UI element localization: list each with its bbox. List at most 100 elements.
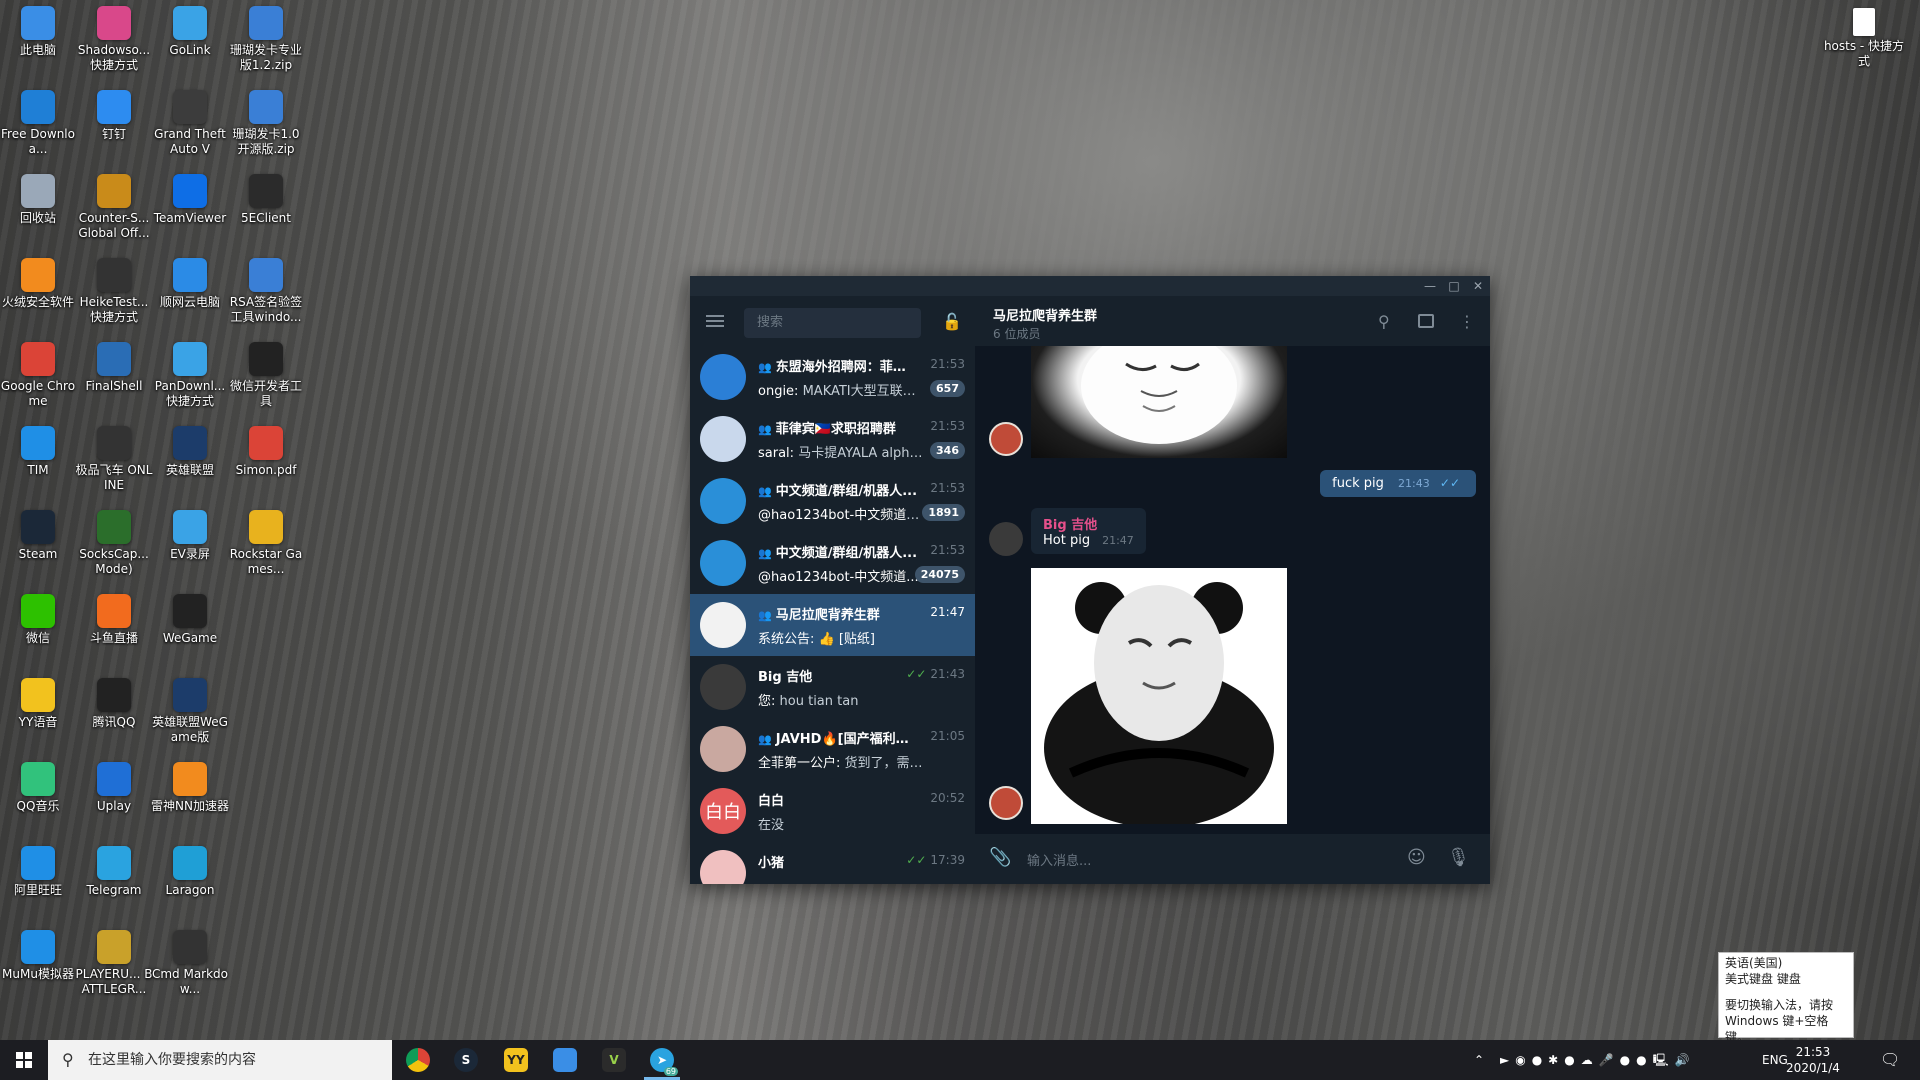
desktop-icon[interactable]: 此电脑	[0, 2, 77, 58]
search-input[interactable]: 搜索	[744, 308, 921, 338]
chat-list-item[interactable]: 白白 白白 20:52 在没	[690, 780, 975, 842]
desktop-icon[interactable]: Rockstar Games...	[227, 506, 305, 577]
message-author[interactable]: Big 吉他	[1043, 514, 1134, 533]
sidebar-toggle-icon[interactable]	[1418, 314, 1434, 328]
sticker-image[interactable]	[1031, 346, 1287, 458]
show-hidden-icons[interactable]: ⌃	[1474, 1040, 1484, 1080]
more-options-icon[interactable]: ⋮	[1459, 312, 1475, 331]
desktop-icon[interactable]: Google Chrome	[0, 338, 77, 409]
message-list[interactable]: fuck pig 21:43 ✓✓ Big 吉他 Hot pig 21:47	[975, 346, 1490, 834]
desktop-icon[interactable]: MuMu模拟器	[0, 926, 77, 982]
desktop-icon[interactable]: 极品飞车 ONLINE	[75, 422, 153, 493]
taskbar-yy[interactable]: YY	[496, 1044, 536, 1076]
desktop-icon[interactable]: 阿里旺旺	[0, 842, 77, 898]
wegame-icon	[173, 594, 207, 628]
desktop-icon[interactable]: 英雄联盟	[151, 422, 229, 478]
desktop-icon[interactable]: EV录屏	[151, 506, 229, 562]
desktop-icon-hosts[interactable]: hosts - 快捷方式	[1822, 4, 1906, 69]
start-button[interactable]	[0, 1040, 48, 1080]
chat-list-item[interactable]: 👥 中文频道/群组/机器人... 21:53 @hao1234bot-中文频道群...…	[690, 470, 975, 532]
desktop-icon[interactable]: TeamViewer	[151, 170, 229, 226]
chrome-icon	[21, 342, 55, 376]
chat-list-item[interactable]: 👥 菲律宾🇵🇭求职招聘群 21:53 saral: 马卡提AYALA alphala.…	[690, 408, 975, 470]
chat-list-item[interactable]: 👥 东盟海外招聘网：菲律... 21:53 ongie: MAKATI大型互联网...…	[690, 346, 975, 408]
lock-icon[interactable]: 🔓	[942, 312, 962, 331]
desktop-icon[interactable]: FinalShell	[75, 338, 153, 394]
pandownload-icon	[173, 342, 207, 376]
window-titlebar[interactable]: — □ ✕	[690, 276, 1490, 296]
taskbar-chrome[interactable]	[398, 1044, 438, 1076]
emoji-icon[interactable]: ☺	[1407, 847, 1426, 868]
minimize-button[interactable]: —	[1418, 276, 1442, 296]
windows-logo-icon	[16, 1052, 32, 1068]
desktop-icon[interactable]: GoLink	[151, 2, 229, 58]
desktop-icon[interactable]: RSA签名验签工具windo...	[227, 254, 305, 325]
desktop-icon[interactable]: 英雄联盟WeGame版	[151, 674, 229, 745]
desktop-icon[interactable]: HeikeTest...快捷方式	[75, 254, 153, 325]
desktop-icon[interactable]: PanDownl...快捷方式	[151, 338, 229, 409]
user-avatar[interactable]	[989, 422, 1023, 456]
desktop-icon[interactable]: Simon.pdf	[227, 422, 305, 478]
desktop-icon[interactable]: 斗鱼直播	[75, 590, 153, 646]
panda-sticker-image[interactable]	[1031, 568, 1287, 824]
close-button[interactable]: ✕	[1466, 276, 1490, 296]
chat-list-item[interactable]: 👥 中文频道/群组/机器人... 21:53 @hao1234bot-中文频道... …	[690, 532, 975, 594]
desktop-icon[interactable]: 5EClient	[227, 170, 305, 226]
desktop-icon[interactable]: 珊瑚发卡专业版1.2.zip	[227, 2, 305, 73]
laragon-icon	[173, 846, 207, 880]
microphone-icon[interactable]: 🎙	[1447, 847, 1470, 868]
desktop-icon[interactable]: Grand Theft Auto V	[151, 86, 229, 157]
desktop-icon[interactable]: Counter-S... Global Off...	[75, 170, 153, 241]
taskbar-search-box[interactable]: ⚲ 在这里输入你要搜索的内容	[48, 1040, 392, 1080]
desktop-icon[interactable]: Uplay	[75, 758, 153, 814]
user-avatar[interactable]	[989, 786, 1023, 820]
notification-center-icon[interactable]: 🗨	[1880, 1040, 1900, 1080]
chat-list-item[interactable]: Big 吉他 ✓✓ 21:43 您: hou tian tan	[690, 656, 975, 718]
maximize-button[interactable]: □	[1442, 276, 1466, 296]
hamburger-menu-icon[interactable]	[706, 312, 724, 330]
preview-sender: 全菲第一公户:	[758, 756, 841, 771]
desktop-icon[interactable]: Steam	[0, 506, 77, 562]
chat-list-item[interactable]: 👥 马尼拉爬背养生群 21:47 系统公告: 👍 [贴纸]	[690, 594, 975, 656]
chat-preview: @hao1234bot-中文频道群...	[758, 504, 928, 523]
desktop-icon[interactable]: 微信	[0, 590, 77, 646]
desktop-icon[interactable]: Telegram	[75, 842, 153, 898]
big-jita-avatar[interactable]	[989, 522, 1023, 556]
taskbar-app[interactable]	[545, 1044, 585, 1076]
desktop-icon[interactable]: 腾讯QQ	[75, 674, 153, 730]
desktop-icon[interactable]: Cmd Markdow...	[151, 926, 229, 997]
desktop-icon[interactable]: 珊瑚发卡1.0开源版.zip	[227, 86, 305, 157]
desktop-icon[interactable]: 火绒安全软件	[0, 254, 77, 310]
desktop-icon[interactable]: SocksCap...Mode)	[75, 506, 153, 577]
desktop-icon[interactable]: 钉钉	[75, 86, 153, 142]
chat-list-item[interactable]: 👥JAVHD🔥[国产福利社...21:05全菲第一公户: 货到了，需要联系😊	[690, 718, 975, 780]
desktop-icon-label: Rockstar Games...	[229, 547, 303, 576]
desktop-icon[interactable]: YY语音	[0, 674, 77, 730]
desktop-icon[interactable]: WeGame	[151, 590, 229, 646]
desktop-icon[interactable]: 顺网云电脑	[151, 254, 229, 310]
desktop-icon[interactable]: TIM	[0, 422, 77, 478]
search-icon[interactable]: ⚲	[1378, 312, 1390, 331]
desktop-icon-label: 珊瑚发卡专业版1.2.zip	[229, 43, 302, 72]
desktop-icon-label: Telegram	[86, 883, 142, 897]
desktop-icon[interactable]: 雷神NN加速器	[151, 758, 229, 814]
incoming-message[interactable]: Big 吉他 Hot pig 21:47	[1031, 508, 1146, 554]
taskbar-steam[interactable]: S	[446, 1044, 486, 1076]
desktop-icon[interactable]: 回收站	[0, 170, 77, 226]
taskbar-clock[interactable]: 21:53 2020/1/4	[1778, 1044, 1848, 1076]
tray-icons[interactable]: ►◉●✱●☁🎤●●🖳🔊	[1500, 1040, 1696, 1080]
desktop-icon[interactable]: Laragon	[151, 842, 229, 898]
message-text: Hot pig	[1043, 533, 1091, 548]
taskbar-gta[interactable]: V	[594, 1044, 634, 1076]
taskbar-telegram[interactable]: ➤ 69	[642, 1044, 682, 1080]
desktop-icon[interactable]: QQ音乐	[0, 758, 77, 814]
chat-list-item[interactable]: 小猪 ✓✓ 17:39	[690, 842, 975, 884]
message-input[interactable]: 输入消息...	[1027, 850, 1091, 869]
desktop-icon[interactable]: 微信开发者工具	[227, 338, 305, 409]
attach-icon[interactable]: 📎	[989, 847, 1011, 868]
desktop-icon[interactable]: PLAYERU... BATTLEGR...	[75, 926, 153, 997]
conversation-header[interactable]: 马尼拉爬背养生群 6 位成员 ⚲ ⋮	[975, 296, 1490, 346]
desktop-icon[interactable]: Shadowso...快捷方式	[75, 2, 153, 73]
desktop-icon[interactable]: Free Downloa...	[0, 86, 77, 157]
outgoing-message[interactable]: fuck pig 21:43 ✓✓	[1320, 470, 1476, 497]
